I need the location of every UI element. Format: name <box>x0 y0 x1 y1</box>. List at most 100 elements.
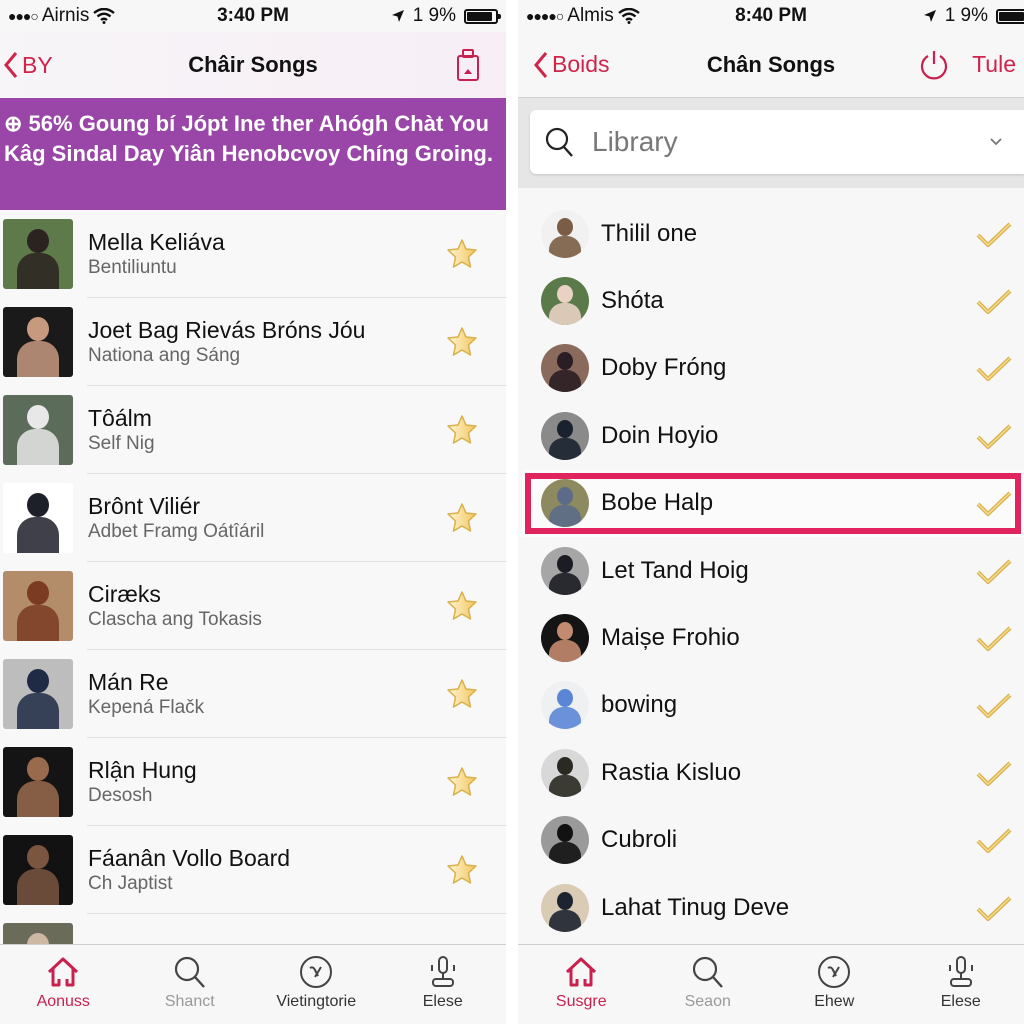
back-button[interactable]: Boids <box>534 51 610 79</box>
item-name: Doby Fróng <box>601 354 727 382</box>
search-container <box>518 98 1024 188</box>
battery-bag-icon[interactable] <box>456 48 480 82</box>
favorite-star-icon[interactable] <box>444 412 480 448</box>
artist-thumbnail <box>3 835 73 905</box>
item-name: Doin Hoyio <box>601 421 719 449</box>
artist-thumbnail <box>3 219 73 289</box>
song-list-item[interactable]: Ciræks Clascha ang Tokasis <box>0 562 506 650</box>
battery-icon <box>996 8 1024 24</box>
navigation-bar: BY Châir Songs <box>0 32 506 98</box>
search-icon <box>692 956 723 988</box>
checkmark-icon[interactable] <box>974 824 1014 856</box>
selection-list: Thilil one Shóta Doby Fróng Doin Hoyio B… <box>518 188 1024 941</box>
microphone-stand-icon <box>430 956 455 987</box>
checkmark-icon[interactable] <box>974 555 1014 587</box>
song-title: Joet Bag Rievás Bróns Jóu <box>88 317 366 343</box>
carrier-name: Almis <box>567 5 614 26</box>
avatar <box>541 748 589 797</box>
tab-3[interactable]: Vietingtorie <box>253 945 380 1024</box>
library-search-field[interactable] <box>530 110 1024 174</box>
avatar <box>541 681 589 730</box>
song-list-item[interactable]: Tôálm Self Nig <box>0 386 506 474</box>
checkmark-icon[interactable] <box>974 487 1014 519</box>
tab-2[interactable]: Seaon <box>645 945 772 1024</box>
tab-label: Shanct <box>164 993 215 1010</box>
song-list-item[interactable]: Joet Bag Rievás Bróns Jóu Nationa ang Sá… <box>0 298 506 386</box>
wifi-icon <box>617 8 640 24</box>
wifi-icon <box>93 8 116 24</box>
checkmark-icon[interactable] <box>974 622 1014 654</box>
list-item[interactable]: Doin Hoyio <box>518 402 1024 469</box>
signal-strength-icon: ●●●●○ <box>526 8 564 24</box>
avatar <box>541 614 589 663</box>
status-bar: ●●●○ Airnis 3:40 PM 1 9% <box>0 0 506 32</box>
artist-thumbnail <box>3 659 73 729</box>
list-item[interactable]: Cubroli <box>518 807 1024 874</box>
checkmark-icon[interactable] <box>974 892 1014 924</box>
favorite-star-icon[interactable] <box>444 588 480 624</box>
search-icon <box>545 127 573 157</box>
favorite-star-icon[interactable] <box>444 324 480 360</box>
list-item[interactable]: Shóta <box>518 267 1024 334</box>
chevron-left-icon <box>534 51 548 78</box>
item-name: Let Tand Hoig <box>601 556 749 584</box>
song-list-item[interactable]: Fáanân Vollo Board Ch Japtist <box>0 826 506 914</box>
song-list-item[interactable]: Rlận Hung Desosh <box>0 738 506 826</box>
selected-list-item[interactable]: Bobe Halp <box>522 469 1024 537</box>
list-item[interactable]: Doby Fróng <box>518 335 1024 402</box>
artist-thumbnail <box>3 483 73 553</box>
list-item[interactable]: Let Tand Hoig <box>518 537 1024 604</box>
back-button[interactable]: BY <box>4 51 53 79</box>
tab-1[interactable]: Susgre <box>518 945 645 1024</box>
checkmark-icon[interactable] <box>974 218 1014 250</box>
tab-3[interactable]: Ehew <box>771 945 898 1024</box>
tab-4[interactable]: Elese <box>898 945 1024 1024</box>
song-list-item[interactable]: Brônt Viliér Adbet Framg Oátîáril <box>0 474 506 562</box>
tab-2[interactable]: Shanct <box>127 945 254 1024</box>
back-label: Boids <box>552 51 610 77</box>
list-item[interactable]: Lahat Tinug Deve <box>518 874 1024 941</box>
favorite-star-icon[interactable] <box>444 236 480 272</box>
info-circle-icon: ⊕ <box>4 111 29 136</box>
checkmark-icon[interactable] <box>974 420 1014 452</box>
list-item[interactable]: Thilil one <box>518 200 1024 267</box>
back-label: BY <box>22 51 53 78</box>
notification-banner[interactable]: ⊕ 56% Goung bí Jópt Ine ther Ahógh Chàt … <box>0 98 506 210</box>
item-name: Cubroli <box>601 826 678 854</box>
circle-music-icon <box>300 956 333 988</box>
checkmark-icon[interactable] <box>974 352 1014 384</box>
list-item[interactable]: bowing <box>518 672 1024 739</box>
checkmark-icon[interactable] <box>974 285 1014 317</box>
checkmark-icon[interactable] <box>974 689 1014 721</box>
tab-label: Elese <box>940 993 981 1010</box>
artist-thumbnail <box>3 747 73 817</box>
favorite-star-icon[interactable] <box>444 676 480 712</box>
checkmark-icon[interactable] <box>974 757 1014 789</box>
search-icon <box>174 956 205 988</box>
list-item[interactable]: Maișe Frohio <box>518 604 1024 671</box>
power-icon[interactable] <box>918 49 950 81</box>
tab-bar: Aonuss Shanct Vietingtorie Elese <box>0 944 506 1024</box>
artist-thumbnail <box>3 307 73 377</box>
avatar <box>541 277 589 326</box>
banner-text: 56% Goung bí Jópt Ine ther Ahógh Chàt Yo… <box>4 111 493 166</box>
tab-1[interactable]: Aonuss <box>0 945 127 1024</box>
item-name: Rastia Kisluo <box>601 758 742 786</box>
location-arrow-icon <box>923 10 936 22</box>
song-title: Mella Keliáva <box>88 229 225 255</box>
favorite-star-icon[interactable] <box>444 500 480 536</box>
tab-label: Elese <box>422 993 463 1010</box>
favorite-star-icon[interactable] <box>444 852 480 888</box>
song-artist: Adbet Framg Oátîáril <box>88 521 265 542</box>
list-item[interactable]: Rastia Kisluo <box>518 739 1024 806</box>
song-list-item[interactable]: Mella Keliáva Bentiliuntu <box>0 210 506 298</box>
song-artist: Self Nig <box>88 433 155 454</box>
tule-button[interactable]: Tule <box>972 51 1016 78</box>
item-name: Lahat Tinug Deve <box>601 893 790 921</box>
favorite-star-icon[interactable] <box>444 764 480 800</box>
tab-4[interactable]: Elese <box>380 945 507 1024</box>
chevron-down-icon[interactable] <box>990 138 1002 146</box>
avatar <box>541 479 589 528</box>
song-list-item[interactable]: Mán Re Kepená Flačk <box>0 650 506 738</box>
search-input[interactable] <box>592 126 990 158</box>
